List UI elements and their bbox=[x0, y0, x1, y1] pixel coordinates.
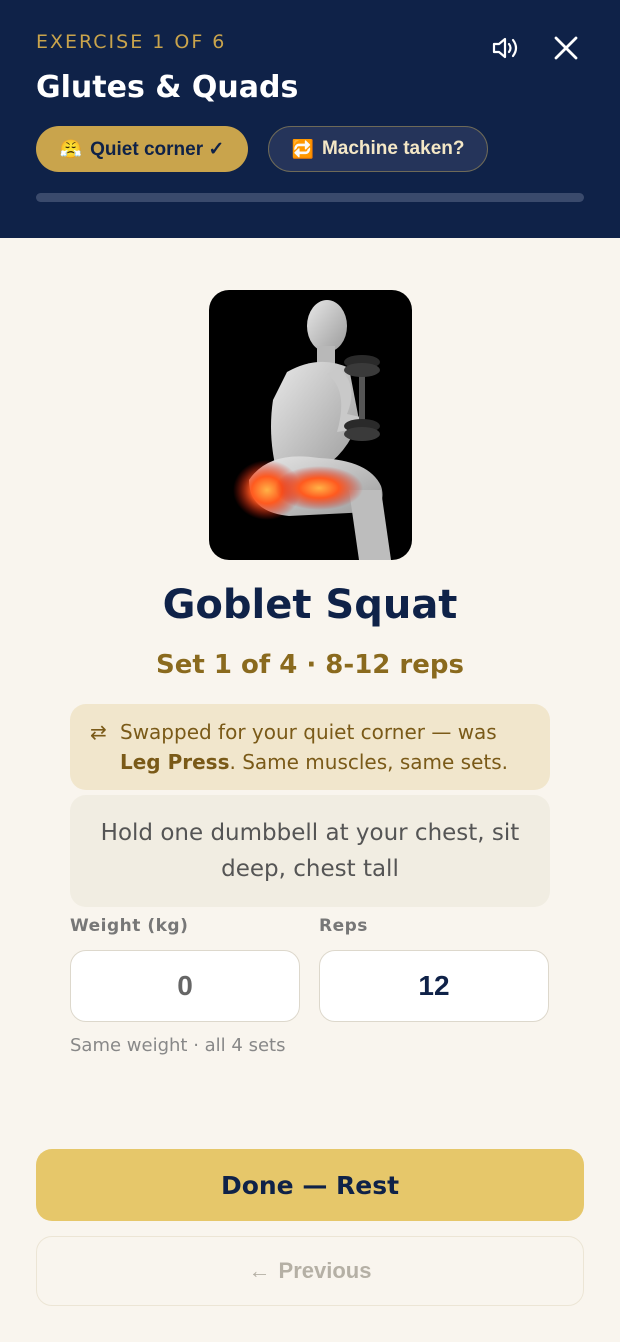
quiet-corner-toggle[interactable]: 😤 Quiet corner ✓ bbox=[36, 126, 248, 172]
speaker-icon[interactable] bbox=[486, 28, 526, 68]
close-icon[interactable] bbox=[546, 28, 586, 68]
exercise-counter: EXERCISE 1 OF 6 bbox=[36, 31, 227, 53]
repeat-icon: 🔁 bbox=[291, 138, 314, 159]
machine-taken-button[interactable]: 🔁 Machine taken? bbox=[268, 126, 488, 172]
form-cue-text: Hold one dumbbell at your chest, sit dee… bbox=[100, 820, 520, 882]
reps-label: Reps bbox=[319, 916, 368, 936]
previous-button[interactable]: ← Previous bbox=[36, 1236, 584, 1306]
swap-notice: ⇄ Swapped for your quiet corner — was Le… bbox=[70, 704, 550, 790]
set-info: Set 1 of 4 · 8-12 reps bbox=[156, 650, 464, 680]
swap-suffix: . Same muscles, same sets. bbox=[229, 750, 509, 774]
original-exercise: Leg Press bbox=[120, 750, 230, 774]
exercise-name: Goblet Squat bbox=[162, 582, 458, 628]
frustrated-face-icon: 😤 bbox=[59, 138, 83, 159]
reps-input[interactable]: 12 bbox=[319, 950, 549, 1022]
weight-hint: Same weight · all 4 sets bbox=[70, 1035, 286, 1056]
swap-text: Swapped for your quiet corner — was Leg … bbox=[120, 717, 530, 777]
weight-input[interactable]: 0 bbox=[70, 950, 300, 1022]
arrow-left-icon: ← bbox=[248, 1258, 271, 1283]
form-cue: Hold one dumbbell at your chest, sit dee… bbox=[70, 795, 550, 907]
quiet-corner-label: Quiet corner ✓ bbox=[90, 138, 225, 160]
workout-title: Glutes & Quads bbox=[36, 70, 299, 105]
swap-prefix: Swapped for your quiet corner — was bbox=[120, 720, 497, 744]
swap-icon: ⇄ bbox=[90, 720, 107, 744]
done-rest-button[interactable]: Done — Rest bbox=[36, 1149, 584, 1221]
machine-taken-label: Machine taken? bbox=[321, 138, 465, 159]
workout-progress-bar bbox=[36, 193, 584, 202]
exercise-illustration bbox=[209, 290, 412, 560]
weight-label: Weight (kg) bbox=[70, 916, 189, 936]
previous-label: Previous bbox=[278, 1258, 372, 1283]
header: EXERCISE 1 OF 6 Glutes & Quads 😤 Quiet c… bbox=[0, 0, 620, 238]
